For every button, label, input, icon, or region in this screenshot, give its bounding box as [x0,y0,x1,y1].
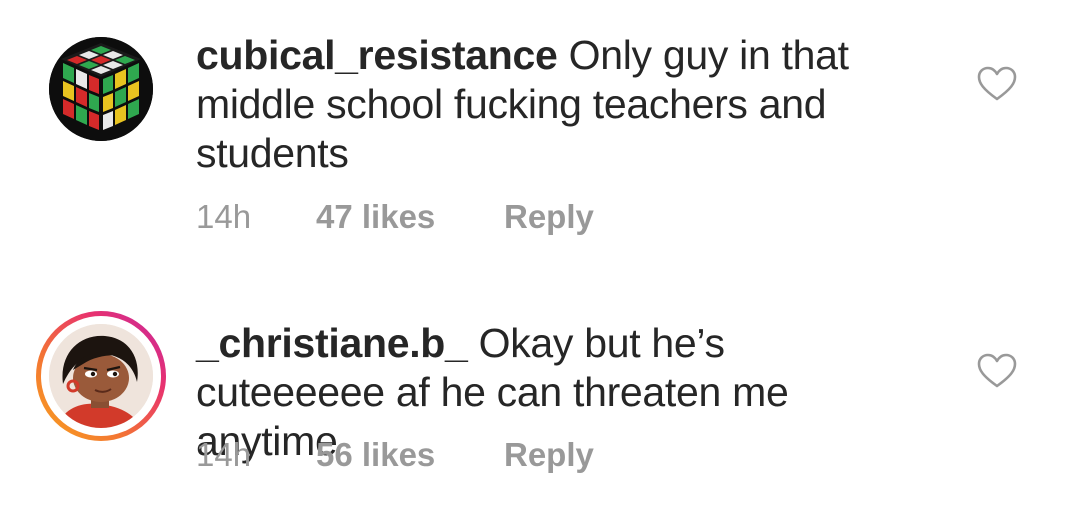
comment-username[interactable]: cubical_resistance [196,32,558,78]
reply-button[interactable]: Reply [504,198,594,236]
avatar[interactable] [49,37,153,141]
heart-outline-icon[interactable] [977,353,1017,389]
avatar [49,324,153,428]
heart-outline-icon[interactable] [977,66,1017,102]
comment-timestamp: 14h [196,436,252,473]
cartoon-girl-avatar-icon [49,324,153,428]
comment-likes-count[interactable]: 56 likes [316,436,435,474]
reply-button[interactable]: Reply [504,436,594,474]
comment-item: cubical_resistance Only guy in that midd… [0,0,1080,270]
comment-timestamp: 14h [196,198,252,235]
story-ring[interactable] [36,311,166,441]
rubiks-cube-avatar-icon [49,37,153,141]
comment-text-block: cubical_resistance Only guy in that midd… [196,31,896,178]
comment-likes-count[interactable]: 47 likes [316,198,435,236]
comment-username[interactable]: _christiane.b_ [196,320,468,366]
comment-item: _christiane.b_ Okay but he’s cuteeeeee a… [0,270,1080,508]
